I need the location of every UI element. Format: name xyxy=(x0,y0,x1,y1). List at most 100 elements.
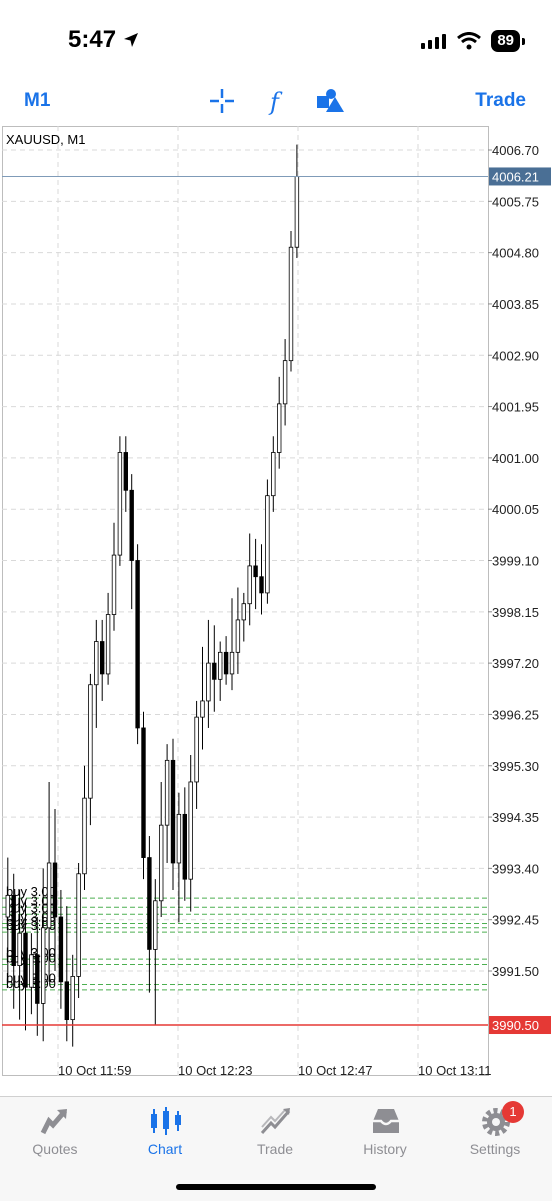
candle-body xyxy=(100,641,105,675)
price-tick-label: 4001.95 xyxy=(492,400,539,415)
candle-body xyxy=(82,797,87,875)
time-tick-label: 10 Oct 11:59 xyxy=(58,1063,131,1076)
candle-body xyxy=(11,894,16,966)
candle-body xyxy=(123,452,128,491)
trade-button[interactable]: Trade xyxy=(475,90,526,112)
price-tick-label: 4002.90 xyxy=(492,348,539,363)
tab-settings-label: Settings xyxy=(469,1141,521,1157)
candle-body xyxy=(58,916,64,983)
inbox-tray-icon xyxy=(373,1109,399,1133)
price-tick-label: 3992.45 xyxy=(492,913,539,928)
symbol-label: XAUUSD, M1 xyxy=(6,132,86,147)
tab-trade-label: Trade xyxy=(256,1141,294,1157)
candle-body xyxy=(206,662,211,702)
candle-body xyxy=(164,759,170,826)
price-tick-label: 4000.05 xyxy=(492,502,539,517)
candle-body xyxy=(17,932,22,966)
time-tick-label: 10 Oct 12:47 xyxy=(298,1063,372,1076)
home-indicator xyxy=(176,1184,376,1190)
price-tick-label: 4003.85 xyxy=(492,297,539,312)
crosshair-icon[interactable] xyxy=(207,86,237,116)
price-chart[interactable]: 4006.70 4005.75 4004.80 4003.85 4002.90 4001.… xyxy=(2,126,552,1076)
candle-body xyxy=(64,981,69,1021)
price-tick-label: 3991.50 xyxy=(492,964,539,979)
tab-settings[interactable]: 1 Settings xyxy=(440,1097,550,1167)
candle-body xyxy=(282,360,288,405)
tab-chart-label: Chart xyxy=(147,1141,183,1157)
candle-body xyxy=(294,176,300,248)
candle-body xyxy=(229,651,235,675)
candle-body xyxy=(29,954,34,988)
trade-icon xyxy=(260,1108,291,1135)
time-tick-label: 10 Oct 13:11 xyxy=(418,1063,491,1076)
signal-icon xyxy=(421,34,447,49)
chart-toolbar: M1 f Trade xyxy=(0,80,552,124)
candle-body xyxy=(247,565,252,605)
candle-body xyxy=(158,824,164,902)
price-tick-label: 3994.35 xyxy=(492,810,539,825)
price-tick-label: 4004.80 xyxy=(492,246,539,261)
price-tick-label: 3998.15 xyxy=(492,605,539,620)
candle-body xyxy=(147,857,152,950)
price-tick-label: 3995.30 xyxy=(492,759,539,774)
candle-body xyxy=(271,452,276,497)
entry-price-label: 3990.50 xyxy=(492,1018,539,1033)
candle-body xyxy=(182,813,187,880)
candle-body xyxy=(200,700,205,718)
settings-badge: 1 xyxy=(502,1101,524,1123)
price-tick-label: 3996.25 xyxy=(492,707,539,722)
status-icons: 89 xyxy=(421,30,525,52)
candle-body xyxy=(76,873,81,977)
price-tick-label: 4001.00 xyxy=(492,451,539,466)
candle-body xyxy=(241,603,246,621)
battery-indicator: 89 xyxy=(491,30,525,52)
candle-body xyxy=(88,684,93,799)
wifi-icon xyxy=(457,32,482,50)
plot-border xyxy=(2,126,489,1076)
tab-quotes-label: Quotes xyxy=(32,1141,78,1157)
candle-body xyxy=(194,716,199,783)
location-arrow-icon xyxy=(124,33,139,47)
price-tick-label: 3993.40 xyxy=(492,861,539,876)
candle-body xyxy=(188,781,193,880)
candle-body xyxy=(265,495,270,594)
candlestick-icon xyxy=(151,1107,181,1135)
candle-body xyxy=(223,651,229,675)
candle-body xyxy=(105,614,111,675)
tab-chart[interactable]: Chart xyxy=(110,1097,220,1167)
candle-body xyxy=(217,651,223,680)
candle-body xyxy=(276,403,282,453)
indicators-icon[interactable]: f xyxy=(262,86,292,116)
candle-body xyxy=(135,560,140,729)
candle-body xyxy=(235,619,241,653)
candle-body xyxy=(117,452,123,556)
candle-body xyxy=(41,927,46,1004)
candle-body xyxy=(52,862,58,918)
candle-body xyxy=(253,565,258,578)
objects-icon[interactable] xyxy=(315,86,345,116)
svg-text:f: f xyxy=(268,88,283,116)
candle-body xyxy=(170,759,176,864)
tab-history-label: History xyxy=(363,1141,407,1157)
candle-body xyxy=(288,246,294,362)
candle-body xyxy=(70,976,75,1021)
candle-body xyxy=(94,641,99,686)
candle-body xyxy=(141,727,146,858)
tab-trade[interactable]: Trade xyxy=(220,1097,330,1167)
status-time: 5:47 xyxy=(68,26,140,54)
price-tick-label: 4006.70 xyxy=(492,143,539,158)
timeframe-button[interactable]: M1 xyxy=(24,90,50,112)
quotes-icon xyxy=(40,1109,67,1135)
candle-body xyxy=(153,900,158,950)
candle-body xyxy=(176,813,182,864)
status-bar: 5:47 89 xyxy=(0,0,552,80)
candle-body xyxy=(212,662,217,680)
price-tick-label: 3997.20 xyxy=(492,656,539,671)
price-tick-label: 3999.10 xyxy=(492,554,539,569)
candle-body xyxy=(23,932,28,988)
price-tick-label: 4005.75 xyxy=(492,194,539,209)
candle-body xyxy=(35,954,40,1004)
tab-history[interactable]: History xyxy=(330,1097,440,1167)
candle-body xyxy=(259,576,264,594)
tab-quotes[interactable]: Quotes xyxy=(0,1097,110,1167)
